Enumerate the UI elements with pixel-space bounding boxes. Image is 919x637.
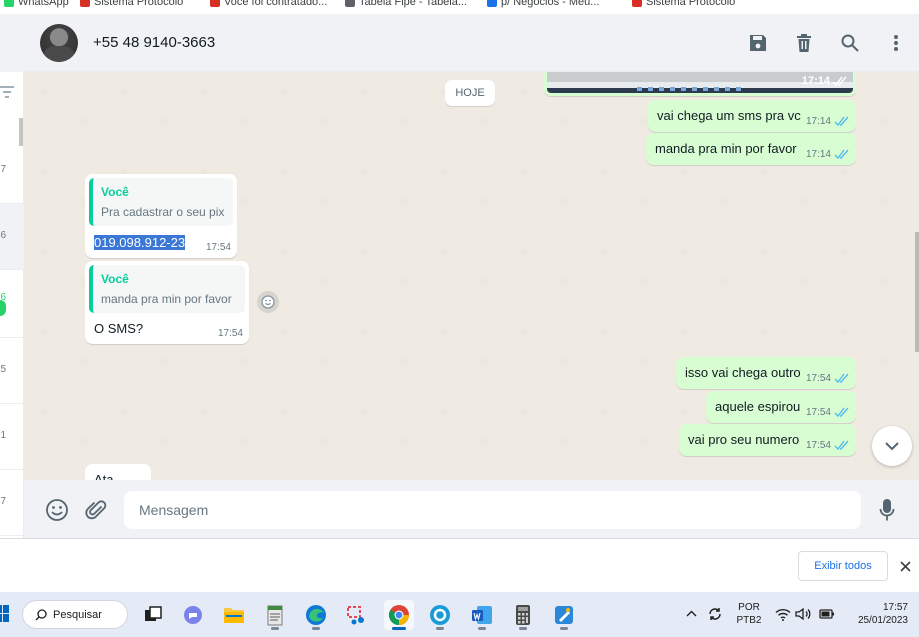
chevron-up-icon[interactable] <box>686 606 697 620</box>
sync-icon[interactable] <box>706 605 724 623</box>
bookmark-whatsapp[interactable]: WhatsApp <box>4 0 69 8</box>
chat-list-item[interactable]: 6 <box>0 272 24 338</box>
table-icon <box>345 0 355 7</box>
pin-icon <box>80 0 90 7</box>
close-icon[interactable] <box>895 556 915 576</box>
avatar[interactable] <box>40 24 78 62</box>
message-input[interactable] <box>124 491 861 529</box>
message-panel[interactable]: 17:14 HOJE vai chega um sms pra vc 17:14… <box>24 72 919 480</box>
message-outgoing[interactable]: aquele espirou 17:54 <box>706 391 856 423</box>
search-icon <box>35 608 47 620</box>
filter-icon[interactable] <box>0 86 14 101</box>
message-outgoing[interactable]: vai pro seu numero 17:54 <box>679 424 856 456</box>
selected-text: 019.098.912-23 <box>94 235 186 250</box>
message-time: 17:14 <box>805 116 831 127</box>
file-explorer-icon[interactable] <box>219 600 249 630</box>
skype-icon[interactable] <box>425 600 455 630</box>
bookmark-sistema-protocolo[interactable]: Sistema Protocolo <box>80 0 183 8</box>
unread-badge <box>0 300 6 316</box>
microphone-icon[interactable] <box>874 497 900 523</box>
save-icon[interactable] <box>735 30 781 56</box>
message-incoming[interactable]: Você manda pra min por favor O SMS? 17:5… <box>85 261 249 344</box>
whatsapp-icon <box>4 0 14 7</box>
taskbar-search[interactable]: Pesquisar <box>22 600 128 629</box>
chrome-icon[interactable] <box>384 600 414 630</box>
show-all-button[interactable]: Exibir todos <box>798 551 888 581</box>
chat-list-panel: 7 6 6 5 1 7 <box>0 14 24 538</box>
chat-list-item-selected[interactable]: 6 <box>0 204 24 270</box>
message-time: 17:14 <box>801 75 830 87</box>
chat-list-item[interactable]: 7 <box>0 138 24 204</box>
google-icon <box>487 0 497 7</box>
quoted-message[interactable]: Você manda pra min por favor <box>89 265 245 313</box>
download-bar: Exibir todos <box>0 538 919 592</box>
scroll-down-button[interactable] <box>872 426 912 466</box>
taskbar: Pesquisar POR PTB2 17:57 25/01/2023 <box>0 592 919 637</box>
double-check-icon <box>834 440 849 451</box>
bookmarks-bar: WhatsApp Sistema Protocolo Voce foi cont… <box>0 0 919 14</box>
message-outgoing[interactable]: vai chega um sms pra vc 17:14 <box>648 100 856 132</box>
chat-teams-icon[interactable] <box>178 600 208 630</box>
double-check-icon <box>834 116 849 127</box>
word-icon[interactable] <box>467 600 497 630</box>
windows-start-icon[interactable] <box>0 605 10 623</box>
pin-icon <box>210 0 220 7</box>
message-composer <box>24 480 919 538</box>
message-time: 17:54 <box>805 440 831 451</box>
search-icon[interactable] <box>827 30 873 56</box>
message-time: 17:54 <box>805 407 831 418</box>
emoji-icon[interactable] <box>44 497 70 523</box>
chat-list-item[interactable]: 5 <box>0 338 24 404</box>
image-message[interactable]: 17:14 <box>544 72 856 96</box>
message-outgoing[interactable]: manda pra min por favor 17:14 <box>646 133 856 165</box>
chat-list-item[interactable]: 7 <box>0 470 24 536</box>
double-check-icon <box>832 74 848 92</box>
pin-icon <box>632 0 642 7</box>
emoji-reaction-icon[interactable] <box>257 291 279 313</box>
message-time: 17:54 <box>217 328 243 339</box>
chat-scrollbar[interactable] <box>915 232 919 352</box>
message-time: 17:54 <box>205 242 231 253</box>
volume-icon[interactable] <box>794 605 812 623</box>
language-indicator[interactable]: POR PTB2 <box>734 601 764 627</box>
task-view-icon[interactable] <box>138 600 168 630</box>
message-time: 17:54 <box>805 373 831 384</box>
menu-dots-icon[interactable] <box>873 30 919 56</box>
snipping-tool-icon[interactable] <box>342 600 372 630</box>
message-incoming[interactable]: Você Pra cadastrar o seu pix 019.098.912… <box>85 174 237 258</box>
chat-header: +55 48 9140-3663 <box>24 14 919 72</box>
trash-icon[interactable] <box>781 30 827 56</box>
message-time: 17:14 <box>805 149 831 160</box>
calculator-icon[interactable] <box>508 600 538 630</box>
notepad-icon[interactable] <box>260 600 290 630</box>
date-separator: HOJE <box>445 80 495 106</box>
bookmark-sistema-protocolo-2[interactable]: Sistema Protocolo <box>632 0 735 8</box>
quoted-message[interactable]: Você Pra cadastrar o seu pix <box>89 178 233 226</box>
chat-list-item[interactable]: 1 <box>0 404 24 470</box>
message-incoming[interactable]: Ata <box>85 464 151 480</box>
bookmark-tabela-fipe[interactable]: Tabela Fipe - Tabela... <box>345 0 467 8</box>
attach-icon[interactable] <box>83 497 109 523</box>
double-check-icon <box>834 373 849 384</box>
bookmark-voce-foi-contratado[interactable]: Voce foi contratado... <box>210 0 327 8</box>
wifi-icon[interactable] <box>774 605 792 623</box>
bookmark-negocios[interactable]: p/ Negocios - Meu... <box>487 0 599 8</box>
battery-icon[interactable] <box>818 605 836 623</box>
chat-list-header <box>0 14 24 72</box>
double-check-icon <box>834 407 849 418</box>
double-check-icon <box>834 149 849 160</box>
edge-icon[interactable] <box>301 600 331 630</box>
system-clock[interactable]: 17:57 25/01/2023 <box>846 601 908 627</box>
message-outgoing[interactable]: isso vai chega outro 17:54 <box>676 357 856 389</box>
paint-icon[interactable] <box>549 600 579 630</box>
chevron-down-icon <box>885 441 899 450</box>
contact-name[interactable]: +55 48 9140-3663 <box>93 34 215 51</box>
